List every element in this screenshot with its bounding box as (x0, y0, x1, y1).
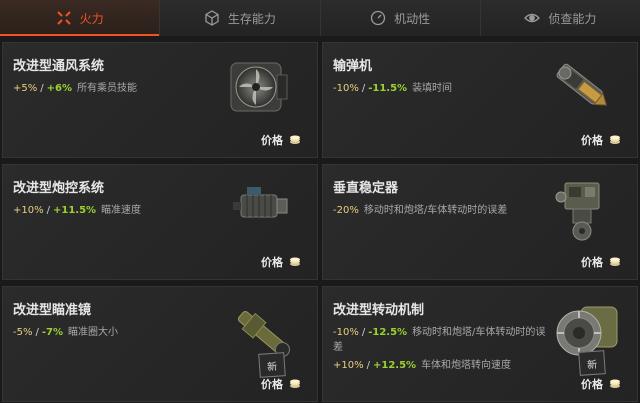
stat-line: -10% / -11.5% 装填时间 (333, 81, 563, 96)
stat-line: +10% / +11.5% 瞄准速度 (13, 203, 243, 218)
equipment-stats: -10% / -12.5% 移动时和炮塔/车体转动时的误差 +10% / +12.5% 车体… (333, 325, 553, 373)
tab-mobility[interactable]: 机动性 (320, 0, 481, 36)
stat-description: 移动时和炮塔/车体转动时的误差 (363, 205, 508, 216)
equipment-stats: -10% / -11.5% 装填时间 (333, 81, 563, 96)
price-section: 价格 (261, 132, 301, 148)
price-label: 价格 (261, 256, 283, 269)
stat-separator: / (40, 83, 44, 94)
tab-recon[interactable]: 侦查能力 (480, 0, 640, 36)
tab-label: 火力 (79, 11, 104, 26)
stat-line: -20% 移动时和炮塔/车体转动时的误差 (333, 203, 563, 218)
stat-description: 装填时间 (412, 83, 453, 94)
ventilation-fan-icon (225, 53, 297, 125)
price-label: 价格 (261, 378, 283, 391)
speedometer-icon (370, 10, 386, 26)
price-section: 价格 (581, 132, 621, 148)
stat-base-value: -20% (333, 205, 359, 216)
stat-bonus-value: -12.5% (368, 327, 408, 338)
stat-base-value: -10% (333, 83, 359, 94)
stat-line: -5% / -7% 瞄准圈大小 (13, 325, 243, 340)
equipment-stats: -5% / -7% 瞄准圈大小 (13, 325, 243, 340)
equipment-stats: +10% / +11.5% 瞄准速度 (13, 203, 243, 218)
coin-stack-icon (609, 135, 621, 145)
stat-description: 瞄准速度 (101, 205, 142, 216)
stabilizer-gyro-icon (547, 173, 619, 245)
equipment-card-ventilation[interactable]: 改进型通风系统 +5% / +6% 所有乘员技能 价格 (2, 42, 318, 158)
stat-line: +10% / +12.5% 车体和炮塔转向速度 (333, 358, 553, 373)
equipment-name: 改进型炮控系统 (13, 181, 105, 196)
equipment-name: 改进型瞄准镜 (13, 303, 92, 318)
coin-stack-icon (609, 257, 621, 267)
equipment-card-turning-mechanism[interactable]: 改进型转动机制 -10% / -12.5% 移动时和炮塔/车体转动时的误差 +10% /… (322, 286, 638, 402)
stat-separator: / (361, 83, 366, 94)
equipment-card-vertical-stabilizer[interactable]: 垂直稳定器 -20% 移动时和炮塔/车体转动时的误差 价格 (322, 164, 638, 280)
coin-stack-icon (289, 135, 301, 145)
price-label: 价格 (581, 134, 603, 147)
price-section: 价格 (581, 254, 621, 270)
rammer-shells-icon (547, 51, 619, 123)
stat-bonus-value: -7% (41, 327, 63, 338)
stat-separator: / (35, 327, 39, 338)
equipment-name: 改进型转动机制 (333, 303, 425, 318)
stat-line: +5% / +6% 所有乘员技能 (13, 81, 243, 96)
tab-firepower[interactable]: 火力 (0, 0, 161, 36)
equipment-name: 输弹机 (333, 59, 373, 74)
equipment-card-rammer[interactable]: 输弹机 -10% / -11.5% 装填时间 价格 (322, 42, 638, 158)
coin-stack-icon (289, 379, 301, 389)
category-tabs: 火力 生存能力 机动性 侦查能力 (0, 0, 640, 36)
stat-separator: / (366, 360, 370, 371)
stat-base-value: +5% (13, 83, 38, 94)
gun-drive-motor-icon (227, 175, 299, 247)
new-badge: 新 (578, 350, 606, 376)
stat-description: 瞄准圈大小 (68, 327, 118, 338)
stat-bonus-value: +6% (46, 83, 72, 94)
stat-description: 所有乘员技能 (76, 83, 137, 94)
tab-survivability[interactable]: 生存能力 (160, 0, 321, 36)
stat-line: -10% / -12.5% 移动时和炮塔/车体转动时的误差 (333, 325, 553, 355)
coin-stack-icon (609, 379, 621, 389)
price-section: 价格 (261, 376, 301, 392)
eye-icon (524, 10, 541, 26)
coin-stack-icon (289, 257, 301, 267)
price-section: 价格 (581, 376, 621, 392)
armor-cube-icon (204, 10, 220, 26)
new-badge: 新 (258, 352, 286, 378)
price-label: 价格 (581, 256, 603, 269)
equipment-card-gun-laying-drive[interactable]: 改进型炮控系统 +10% / +11.5% 瞄准速度 价格 (2, 164, 318, 280)
tab-label: 侦查能力 (548, 11, 597, 26)
equipment-name: 垂直稳定器 (333, 181, 399, 196)
stat-base-value: +10% (333, 360, 364, 371)
stat-base-value: +10% (13, 205, 44, 216)
equipment-name: 改进型通风系统 (13, 59, 105, 74)
stat-bonus-value: -11.5% (368, 83, 408, 94)
price-label: 价格 (581, 378, 603, 391)
stat-base-value: -5% (13, 327, 33, 338)
price-section: 价格 (261, 254, 301, 270)
stat-bonus-value: +12.5% (372, 360, 417, 371)
equipment-card-improved-sight[interactable]: 改进型瞄准镜 -5% / -7% 瞄准圈大小 新 价格 (2, 286, 318, 402)
tab-label: 生存能力 (227, 11, 276, 26)
tab-label: 机动性 (394, 11, 431, 26)
crosshair-icon (56, 10, 72, 26)
stat-separator: / (361, 327, 366, 338)
price-label: 价格 (261, 134, 283, 147)
stat-bonus-value: +11.5% (52, 205, 97, 216)
equipment-stats: -20% 移动时和炮塔/车体转动时的误差 (333, 203, 563, 218)
stat-description: 车体和炮塔转向速度 (421, 360, 512, 371)
stat-base-value: -10% (333, 327, 359, 338)
equipment-stats: +5% / +6% 所有乘员技能 (13, 81, 243, 96)
equipment-grid: 改进型通风系统 +5% / +6% 所有乘员技能 价格 输弹机 -10% / -… (0, 40, 640, 403)
stat-separator: / (46, 205, 50, 216)
